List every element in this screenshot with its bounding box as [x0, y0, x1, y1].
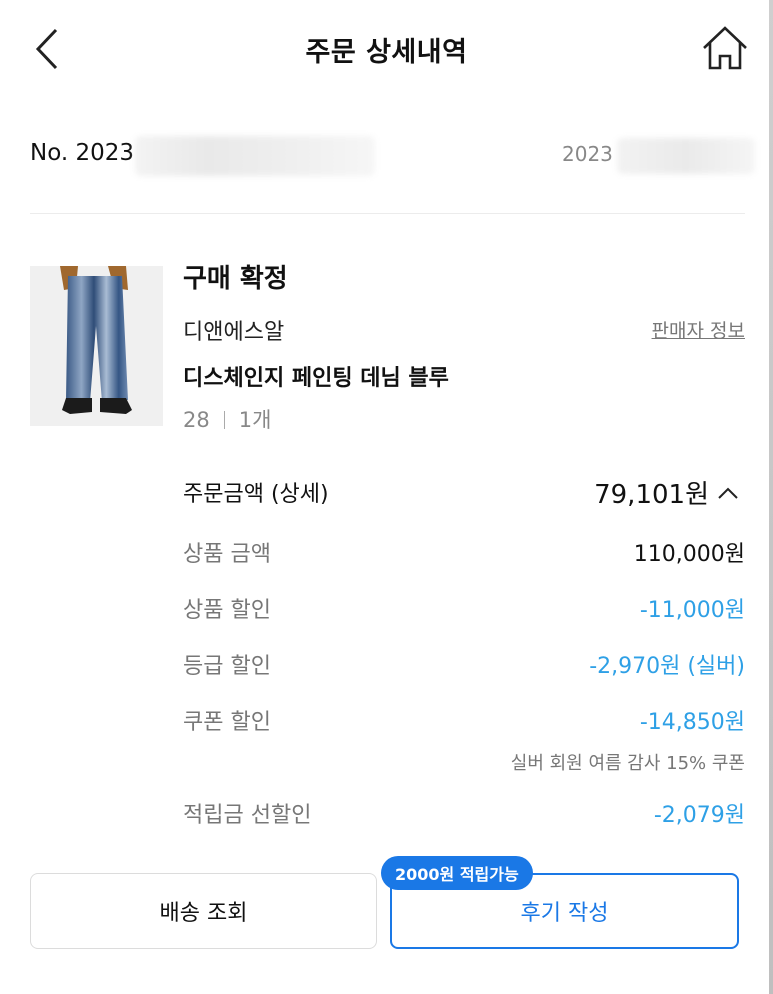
redacted-order-number: [135, 136, 375, 176]
chevron-up-icon: [718, 487, 738, 499]
price-label: 상품 할인: [183, 598, 271, 623]
order-number: No. 2023: [30, 140, 135, 166]
price-label: 상품 금액: [183, 542, 271, 567]
price-value: -11,000원: [639, 598, 745, 623]
track-delivery-button[interactable]: 배송 조회: [30, 873, 377, 949]
product-name[interactable]: 디스체인지 페인팅 데님 블루: [183, 360, 449, 392]
price-label: 등급 할인: [183, 654, 271, 679]
order-info-row: No. 2023 2023: [30, 136, 755, 176]
price-value: 110,000원: [633, 542, 745, 567]
price-row-product: 상품 금액 110,000원: [183, 536, 745, 572]
price-value: -14,850원: [639, 710, 745, 735]
page-title: 주문 상세내역: [305, 37, 468, 68]
order-total-row[interactable]: 주문금액 (상세) 79,101원: [183, 474, 745, 510]
option-quantity: 1개: [238, 408, 272, 432]
header-bar: 주문 상세내역: [0, 0, 773, 96]
home-button[interactable]: [700, 24, 750, 72]
price-value: -2,970원 (실버): [589, 654, 745, 679]
coupon-description: 실버 회원 여름 감사 15% 쿠폰: [510, 753, 745, 774]
seller-info-link[interactable]: 판매자 정보: [652, 316, 745, 343]
order-date: 2023: [562, 142, 613, 166]
product-option: 28 1개: [183, 404, 271, 434]
price-row-points-discount: 적립금 선할인 -2,079원: [183, 797, 745, 833]
order-total-label: 주문금액 (상세): [183, 482, 329, 507]
product-thumbnail[interactable]: [30, 266, 163, 426]
reward-badge: 2000원 적립가능: [381, 856, 533, 890]
price-row-product-discount: 상품 할인 -11,000원: [183, 592, 745, 628]
option-size: 28: [183, 408, 210, 432]
price-label: 적립금 선할인: [183, 803, 312, 828]
price-value: -2,079원: [653, 803, 745, 828]
price-row-coupon-discount: 쿠폰 할인 -14,850원: [183, 704, 745, 740]
option-separator: [223, 411, 225, 429]
screen-edge: [769, 0, 773, 994]
price-label: 쿠폰 할인: [183, 710, 271, 735]
order-total-value: 79,101원: [594, 480, 709, 510]
section-divider: [30, 213, 745, 214]
home-icon: [703, 26, 747, 70]
brand-name[interactable]: 디앤에스알: [183, 314, 284, 346]
denim-jeans-image: [30, 266, 163, 426]
order-total-toggle[interactable]: 79,101원: [594, 474, 739, 511]
order-status: 구매 확정: [183, 264, 288, 294]
price-row-grade-discount: 등급 할인 -2,970원 (실버): [183, 648, 745, 684]
redacted-order-date: [617, 138, 755, 174]
